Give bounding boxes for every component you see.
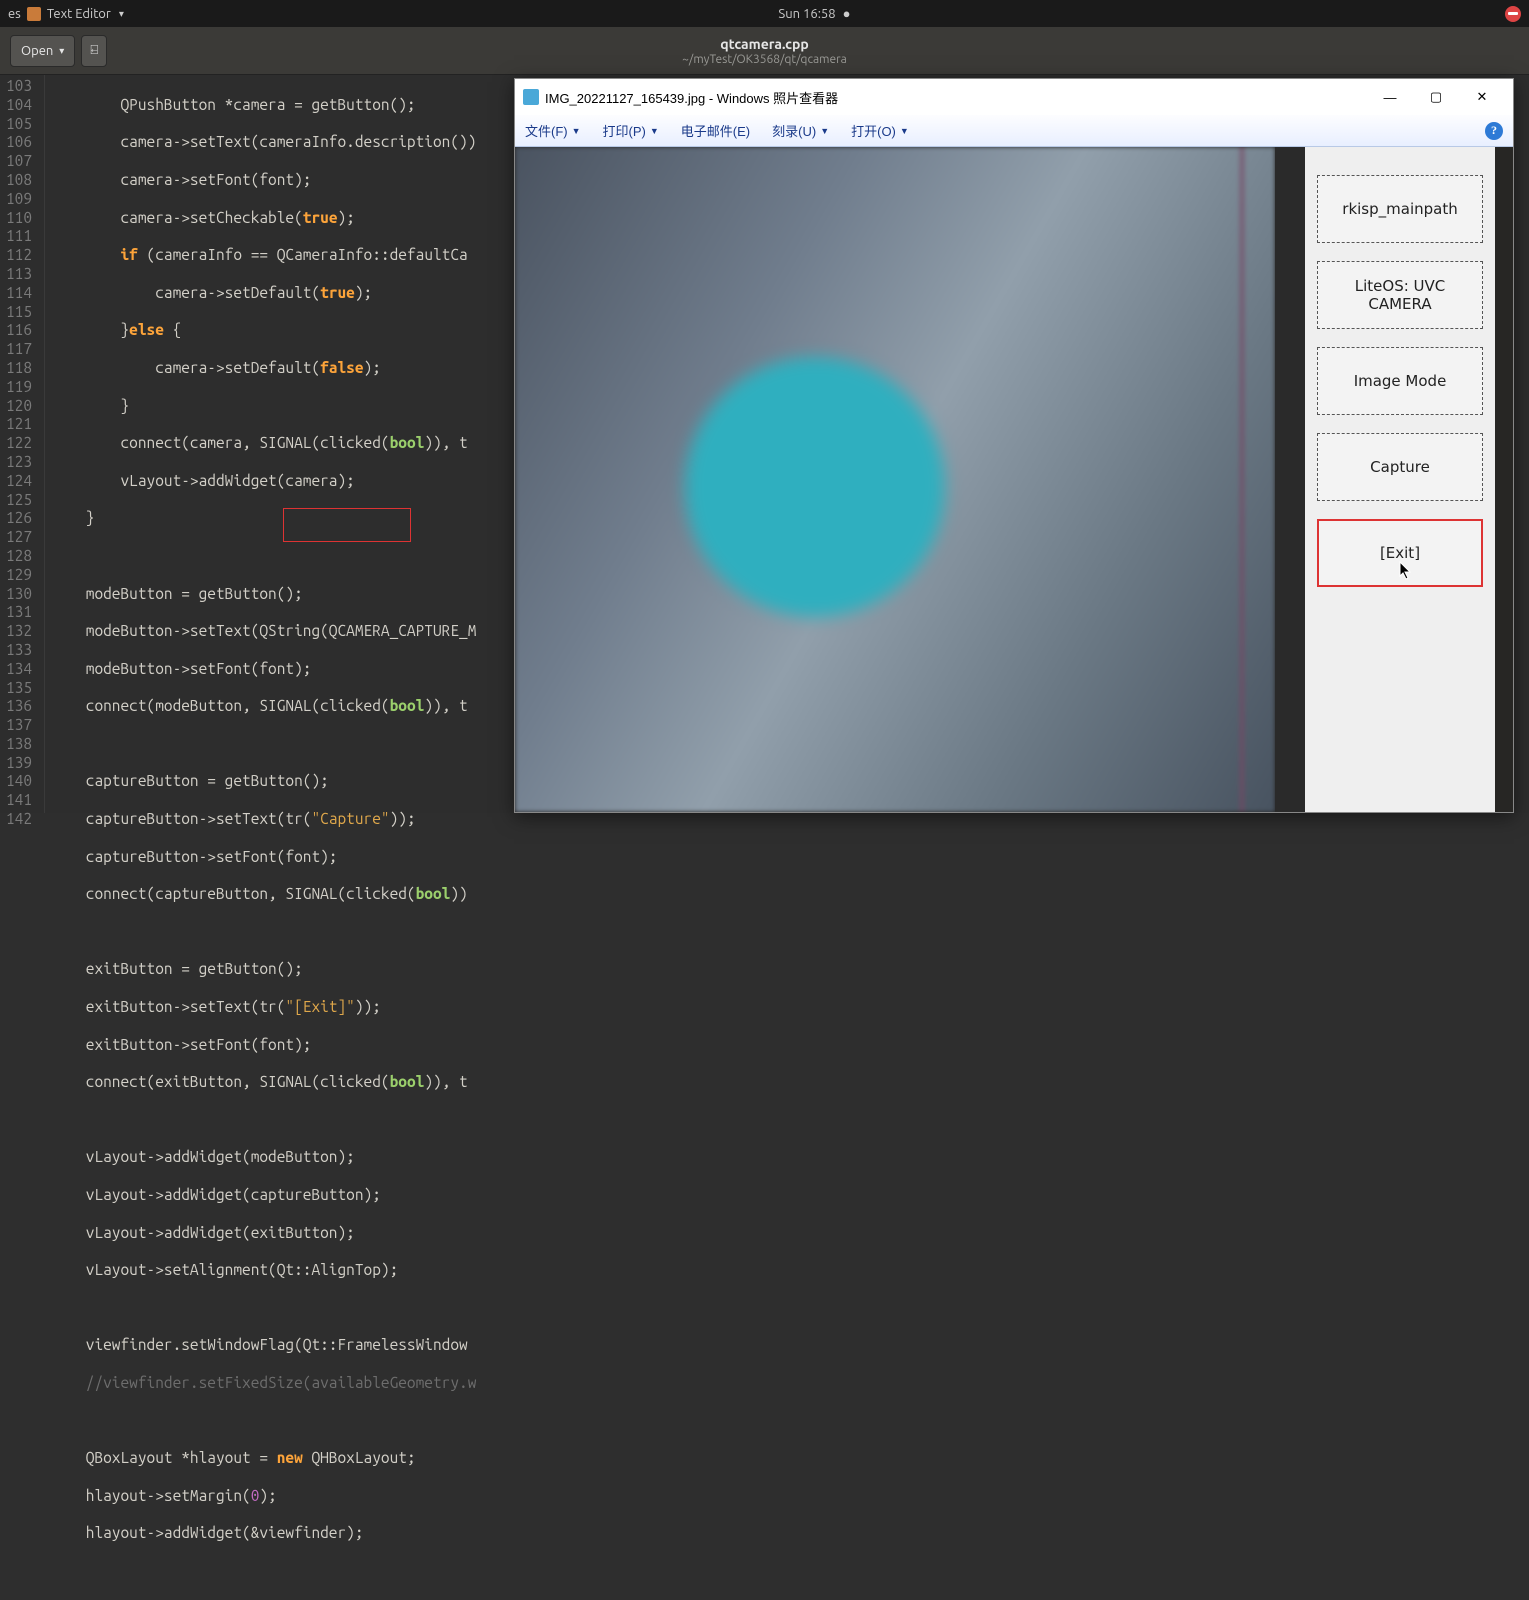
panel-right xyxy=(1505,6,1521,22)
menu-email[interactable]: 电子邮件(E) xyxy=(681,121,750,140)
photo-viewer-icon xyxy=(523,89,539,105)
maximize-button[interactable]: ▢ xyxy=(1413,82,1459,112)
panel-left: es Text Editor ▾ xyxy=(8,7,124,21)
document-title: qtcamera.cpp xyxy=(0,36,1529,52)
editor-header-bar: Open ▾ ⍇ qtcamera.cpp ~/myTest/OK3568/qt… xyxy=(0,27,1529,75)
close-button[interactable]: ✕ xyxy=(1459,82,1505,112)
panel-clock[interactable]: Sun 16:58 ● xyxy=(124,6,1505,21)
window-titlebar[interactable]: IMG_20221127_165439.jpg - Windows 照片查看器 … xyxy=(515,79,1513,115)
photo-vertical-line xyxy=(1239,147,1245,812)
photo-screen-area xyxy=(515,147,1275,812)
app-side-panel: rkisp_mainpath LiteOS: UVC CAMERA Image … xyxy=(1305,147,1495,812)
line-number-gutter: 1031041051061071081091101111121131141151… xyxy=(0,75,45,813)
help-icon[interactable]: ? xyxy=(1485,122,1503,140)
photo-blue-circle xyxy=(685,357,945,617)
photo-viewer-content: rkisp_mainpath LiteOS: UVC CAMERA Image … xyxy=(515,147,1513,812)
photo-viewer-menubar: 文件(F)▼ 打印(P)▼ 电子邮件(E) 刻录(U)▼ 打开(O)▼ ? xyxy=(515,115,1513,147)
menu-open[interactable]: 打开(O)▼ xyxy=(851,121,909,140)
cursor-icon xyxy=(1399,561,1413,581)
gnome-top-panel: es Text Editor ▾ Sun 16:58 ● xyxy=(0,0,1529,27)
open-button[interactable]: Open ▾ xyxy=(10,35,75,67)
exit-button[interactable]: [Exit] xyxy=(1317,519,1483,587)
photo-gap xyxy=(1275,147,1305,812)
document-path: ~/myTest/OK3568/qt/qcamera xyxy=(0,53,1529,66)
photo-viewer-window[interactable]: IMG_20221127_165439.jpg - Windows 照片查看器 … xyxy=(514,78,1514,813)
window-title: IMG_20221127_165439.jpg - Windows 照片查看器 xyxy=(545,88,838,107)
camera-button-liteos[interactable]: LiteOS: UVC CAMERA xyxy=(1317,261,1483,329)
app-menu-label[interactable]: Text Editor xyxy=(47,7,111,21)
camera-button-rkisp[interactable]: rkisp_mainpath xyxy=(1317,175,1483,243)
recording-dot-icon: ● xyxy=(843,7,851,21)
minimize-button[interactable]: — xyxy=(1367,82,1413,112)
code-content[interactable]: QPushButton *camera = getButton(); camer… xyxy=(45,75,476,813)
menu-file[interactable]: 文件(F)▼ xyxy=(525,121,581,140)
displayed-photo: rkisp_mainpath LiteOS: UVC CAMERA Image … xyxy=(515,147,1513,812)
close-icon[interactable] xyxy=(1505,6,1521,22)
new-tab-button[interactable]: ⍇ xyxy=(81,35,107,67)
text-editor-icon xyxy=(27,7,41,21)
document-new-icon: ⍇ xyxy=(90,43,98,58)
header-title-block: qtcamera.cpp ~/myTest/OK3568/qt/qcamera xyxy=(0,36,1529,66)
menu-print[interactable]: 打印(P)▼ xyxy=(603,121,659,140)
mode-button[interactable]: Image Mode xyxy=(1317,347,1483,415)
capture-button[interactable]: Capture xyxy=(1317,433,1483,501)
chevron-down-icon: ▾ xyxy=(59,45,64,57)
menu-burn[interactable]: 刻录(U)▼ xyxy=(772,121,829,140)
activities-fragment[interactable]: es xyxy=(8,7,21,21)
